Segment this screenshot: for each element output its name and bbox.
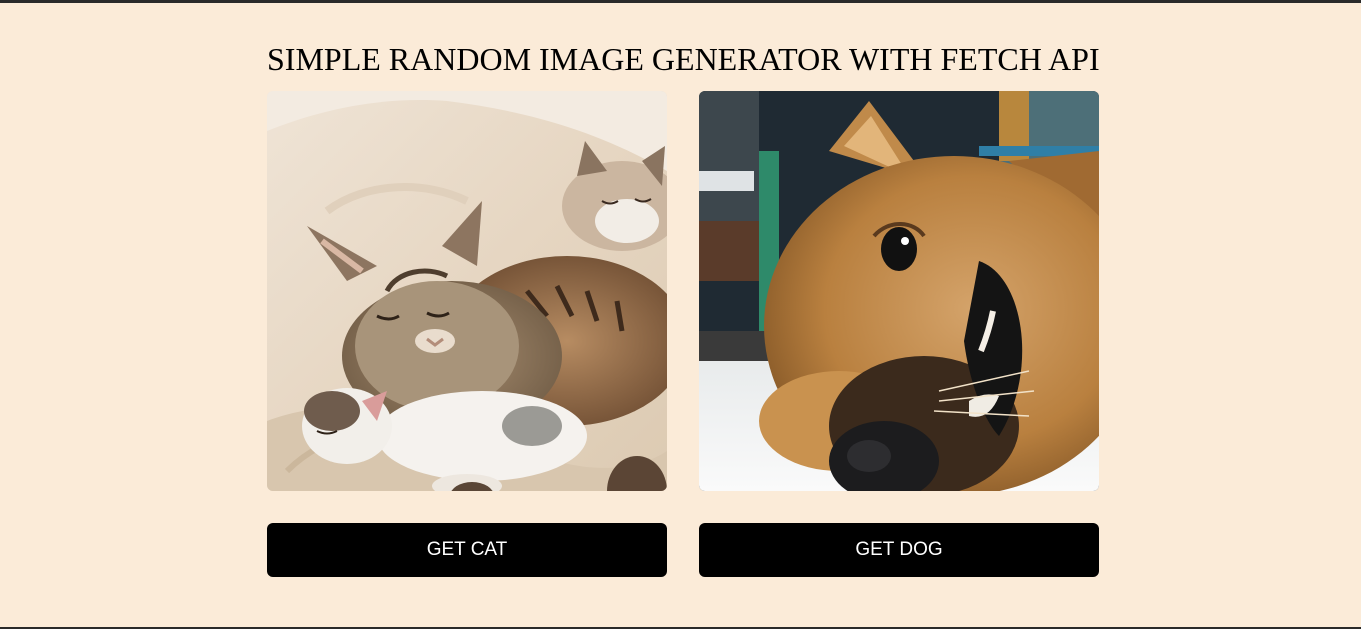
get-cat-button[interactable]: GET CAT: [267, 523, 667, 577]
page-title: SIMPLE RANDOM IMAGE GENERATOR WITH FETCH…: [267, 41, 1100, 77]
get-dog-button[interactable]: GET DOG: [699, 523, 1099, 577]
dog-image: [699, 91, 1099, 491]
cat-photo-illustration: [267, 91, 667, 491]
cat-image: [267, 91, 667, 491]
dog-photo-illustration: [699, 91, 1099, 491]
